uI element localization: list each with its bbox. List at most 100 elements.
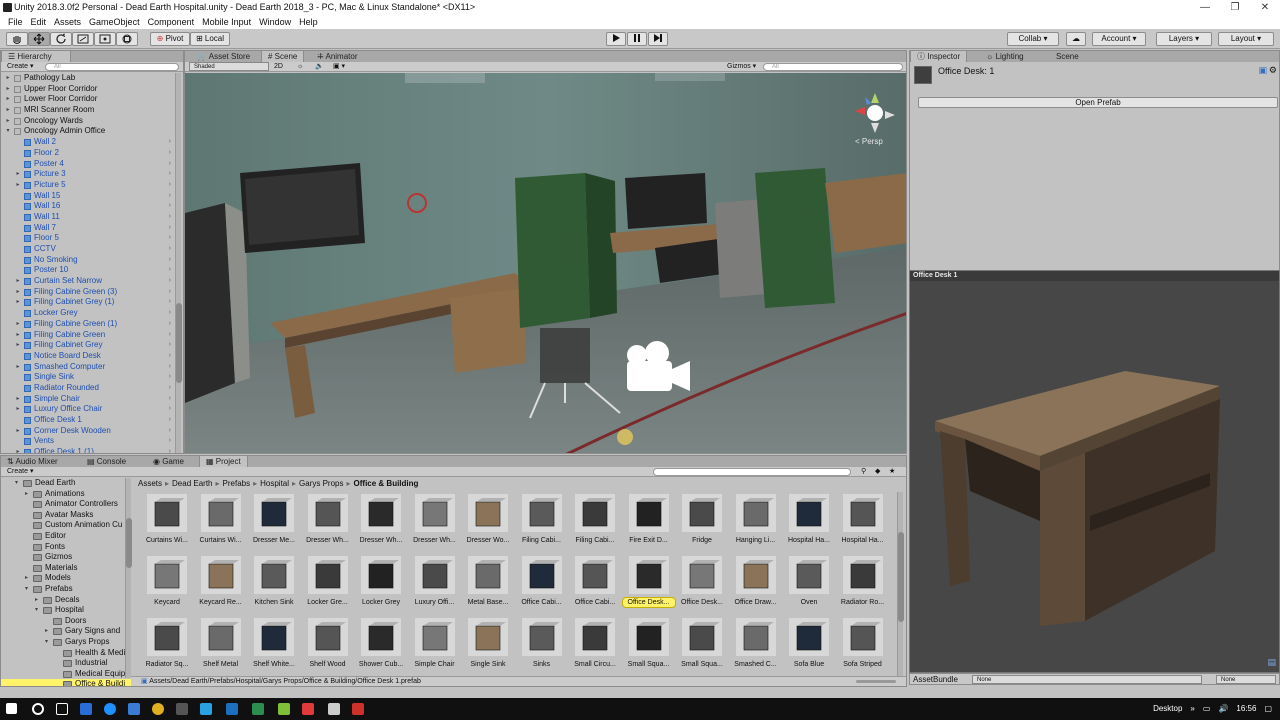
folder-tree-item[interactable]: Industrial xyxy=(1,658,131,669)
asset-tile[interactable]: Small Circu... xyxy=(569,616,621,674)
hierarchy-item[interactable]: ▸ Luxury Office Chair › xyxy=(1,404,179,415)
open-prefab-chevron-icon[interactable]: › xyxy=(169,201,171,212)
volume-icon[interactable]: 🔊 xyxy=(1218,698,1228,720)
asset-tile[interactable]: Shelf Wood xyxy=(302,616,354,674)
account-dropdown[interactable]: Account ▾ xyxy=(1092,32,1146,46)
asset-tile[interactable]: Office Desk... xyxy=(621,554,676,612)
hierarchy-item[interactable]: ▸ MRI Scanner Room xyxy=(1,105,179,116)
expand-arrow-icon[interactable]: ▸ xyxy=(15,404,21,415)
edge-icon[interactable] xyxy=(104,703,116,715)
hierarchy-item[interactable]: Floor 2 › xyxy=(1,148,179,159)
asset-tile[interactable]: Oven xyxy=(783,554,835,612)
open-prefab-chevron-icon[interactable]: › xyxy=(169,276,171,287)
expand-arrow-icon[interactable]: ▸ xyxy=(15,169,21,180)
folder-tree-item[interactable]: Custom Animation Cu xyxy=(1,520,131,531)
hierarchy-item[interactable]: Office Desk 1 › xyxy=(1,415,179,426)
breadcrumb-item[interactable]: Prefabs xyxy=(223,479,251,488)
minimize-button[interactable]: — xyxy=(1190,0,1220,15)
asset-tile[interactable]: Hospital Ha... xyxy=(837,492,889,550)
open-prefab-chevron-icon[interactable]: › xyxy=(169,436,171,447)
asset-tile[interactable]: Keycard xyxy=(141,554,193,612)
icon-size-slider[interactable] xyxy=(856,680,896,683)
hierarchy-item[interactable]: Single Sink › xyxy=(1,372,179,383)
asset-tile[interactable]: Simple Chair xyxy=(409,616,461,674)
expand-arrow-icon[interactable]: ▸ xyxy=(15,180,21,191)
asset-tile[interactable]: Sinks xyxy=(516,616,568,674)
preview-settings-icon[interactable]: ▤ xyxy=(1267,657,1276,668)
asset-tile[interactable]: Office Draw... xyxy=(730,554,782,612)
folder-tree-item[interactable]: Gizmos xyxy=(1,552,131,563)
expand-arrow-icon[interactable]: ▸ xyxy=(15,276,21,287)
breadcrumb-item[interactable]: Dead Earth xyxy=(172,479,212,488)
step-button[interactable] xyxy=(648,32,668,46)
expand-arrow-icon[interactable]: ▸ xyxy=(15,362,21,373)
desktop-toolbar[interactable]: Desktop xyxy=(1153,698,1182,720)
hierarchy-item[interactable]: ▸ Filing Cabine Green (1) › xyxy=(1,319,179,330)
hierarchy-item[interactable]: Wall 7 › xyxy=(1,223,179,234)
hierarchy-scroll-thumb[interactable] xyxy=(176,303,182,383)
shading-dropdown[interactable]: Shaded xyxy=(189,62,269,71)
hierarchy-item[interactable]: ▾ Oncology Admin Office xyxy=(1,126,179,137)
tab-hierarchy[interactable]: ☰ Hierarchy xyxy=(1,51,71,62)
hierarchy-item[interactable]: Wall 15 › xyxy=(1,191,179,202)
asset-tile[interactable]: Kitchen Sink xyxy=(248,554,300,612)
project-tree-scrollbar[interactable] xyxy=(125,478,132,678)
hierarchy-search-input[interactable]: All xyxy=(45,63,179,71)
assetbundle-name-dropdown[interactable]: None xyxy=(972,675,1202,684)
hierarchy-scrollbar[interactable] xyxy=(175,73,182,453)
open-prefab-chevron-icon[interactable]: › xyxy=(169,212,171,223)
folder-tree-item[interactable]: Avatar Masks xyxy=(1,510,131,521)
hierarchy-item[interactable]: ▸ Lower Floor Corridor xyxy=(1,94,179,105)
folder-expand-icon[interactable]: ▾ xyxy=(15,478,21,489)
open-prefab-chevron-icon[interactable]: › xyxy=(169,404,171,415)
expand-arrow-icon[interactable]: ▸ xyxy=(15,340,21,351)
expand-arrow-icon[interactable]: ▸ xyxy=(5,84,11,95)
open-prefab-chevron-icon[interactable]: › xyxy=(169,287,171,298)
tab-console[interactable]: ▤ Console xyxy=(81,456,132,467)
persp-label[interactable]: < Persp xyxy=(855,137,883,146)
breadcrumb-item[interactable]: Office & Building xyxy=(354,479,419,488)
asset-tile[interactable]: Hanging Li... xyxy=(730,492,782,550)
scale-tool-icon[interactable] xyxy=(72,32,94,46)
effects-dropdown-icon[interactable]: ▣ ▾ xyxy=(333,62,345,72)
asset-tile[interactable]: Small Squa... xyxy=(676,616,728,674)
folder-expand-icon[interactable]: ▸ xyxy=(25,573,31,584)
open-prefab-chevron-icon[interactable]: › xyxy=(169,340,171,351)
open-prefab-chevron-icon[interactable]: › xyxy=(169,255,171,266)
scene-search-input[interactable]: All xyxy=(763,63,903,71)
hierarchy-item[interactable]: Wall 16 › xyxy=(1,201,179,212)
hierarchy-item[interactable]: ▸ Office Desk 1 (1) › xyxy=(1,447,179,453)
expand-arrow-open-icon[interactable]: ▾ xyxy=(5,126,11,137)
asset-tile[interactable]: Dresser Me... xyxy=(248,492,300,550)
asset-tile[interactable]: Radiator Sq... xyxy=(141,616,193,674)
hierarchy-item[interactable]: CCTV › xyxy=(1,244,179,255)
hierarchy-item[interactable]: ▸ Curtain Set Narrow › xyxy=(1,276,179,287)
open-prefab-chevron-icon[interactable]: › xyxy=(169,394,171,405)
expand-arrow-icon[interactable]: ▸ xyxy=(15,330,21,341)
folder-tree-item[interactable]: Office & Buildi xyxy=(1,679,131,686)
asset-tile[interactable]: Dresser Wo... xyxy=(462,492,514,550)
search-icon[interactable] xyxy=(32,703,44,715)
expand-arrow-icon[interactable]: ▸ xyxy=(15,447,21,453)
filter-by-type-icon[interactable]: ⚲ xyxy=(861,467,866,477)
project-search-input[interactable] xyxy=(653,468,851,476)
breadcrumb-item[interactable]: Assets xyxy=(138,479,162,488)
assetbundle-variant-dropdown[interactable]: None xyxy=(1216,675,1276,684)
audio-toggle-icon[interactable]: 🔈 xyxy=(315,62,324,72)
open-prefab-chevron-icon[interactable]: › xyxy=(169,148,171,159)
app-icon-7[interactable] xyxy=(352,703,364,715)
open-prefab-chevron-icon[interactable]: › xyxy=(169,383,171,394)
asset-tile[interactable]: Office Cabi... xyxy=(516,554,568,612)
asset-tile[interactable]: Filing Cabi... xyxy=(569,492,621,550)
asset-tile[interactable]: Locker Grey xyxy=(355,554,407,612)
windows-start-icon[interactable] xyxy=(6,703,17,714)
asset-tile[interactable]: Fire Exit D... xyxy=(623,492,675,550)
rotate-tool-icon[interactable] xyxy=(50,32,72,46)
file-explorer-icon[interactable] xyxy=(80,703,92,715)
close-button[interactable]: ✕ xyxy=(1250,0,1280,15)
task-view-icon[interactable] xyxy=(56,703,68,715)
expand-arrow-icon[interactable]: ▸ xyxy=(15,426,21,437)
breadcrumb-item[interactable]: Hospital xyxy=(260,479,289,488)
gizmos-dropdown[interactable]: Gizmos ▾ xyxy=(727,62,756,72)
asset-tile[interactable]: Single Sink xyxy=(462,616,514,674)
